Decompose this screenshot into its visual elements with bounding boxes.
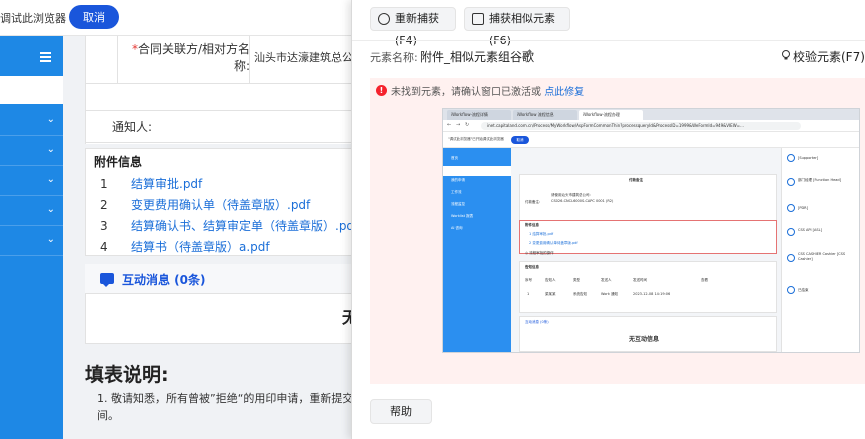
sidebar-selected-item[interactable]: [0, 76, 63, 104]
notify-label: 通知人:: [112, 120, 153, 134]
error-icon: !: [376, 85, 387, 96]
address-bar: ← → ↻ inet.capitaland.com.cn/Process/MyW…: [443, 120, 859, 132]
contract-party-label: *合同关联方/相对方名称:: [131, 42, 250, 73]
lightbulb-icon: [782, 50, 790, 60]
sidebar-item[interactable]: ⌄: [0, 136, 63, 166]
chevron-down-icon: ⌄: [46, 174, 55, 185]
cancel-button[interactable]: 取消: [69, 5, 119, 29]
url-field: inet.capitaland.com.cn/Process/MyWorkflo…: [481, 122, 801, 130]
step-check-icon: [787, 286, 795, 294]
forward-icon: →: [456, 122, 461, 128]
fill-instructions-text: 1. 敬请知悉，所有曾被”拒绝“的用印申请，重新提交间。: [97, 392, 354, 422]
divider: [85, 110, 352, 111]
element-capture-panel: 重新捕获(F4) 捕获相似元素(F6) 元素名称: 附件_相似元素组谷歌 校验元…: [351, 0, 865, 439]
attachment-link[interactable]: 结算确认书、结算审定单（待盖章版）.pdf: [131, 219, 358, 233]
step-check-icon: [787, 154, 795, 162]
chevron-down-icon: ⌄: [46, 204, 55, 215]
verify-element-button[interactable]: 校验元素(F7): [793, 48, 865, 65]
sidebar-item[interactable]: ⌄: [0, 106, 63, 136]
divider: [352, 40, 865, 41]
browser-tab: iWorkflow 流程信息: [513, 110, 577, 120]
divider: [85, 83, 352, 84]
element-name-value: 附件_相似元素组谷歌: [420, 50, 535, 64]
approval-steps: [Supporter] 部门经理 [Function Head] [PDR] C…: [781, 148, 859, 352]
sidebar: ⌄ ⌄ ⌄ ⌄ ⌄: [0, 36, 63, 439]
sidebar: 首页 我的申请 工作流 流程监控 Worklist 报表 AI 咨询: [443, 148, 511, 352]
step-check-icon: [787, 178, 795, 186]
attachment-link[interactable]: 结算书（待盖章版）a.pdf: [131, 240, 270, 254]
capture-similar-icon: [472, 13, 484, 25]
element-name-label: 元素名称:: [370, 51, 418, 64]
notice-card: [519, 261, 777, 313]
chevron-down-icon: ⌄: [46, 234, 55, 245]
fill-instructions-title: 填表说明:: [85, 364, 169, 386]
divider: [117, 36, 118, 83]
step-check-icon: [787, 228, 795, 236]
interaction-title: 互动消息 (0条): [122, 273, 206, 287]
back-icon: ←: [447, 122, 452, 128]
sidebar-item[interactable]: ⌄: [0, 226, 63, 256]
screen: 调试此浏览器 取消 ⌄ ⌄ ⌄ ⌄ ⌄ *合同关联方/相对方名称: 汕头市达濠建…: [0, 0, 865, 439]
chevron-down-icon: ⌄: [46, 144, 55, 155]
browser-tabs: iWorkflow-流程详情 iWorkflow 流程信息 iWorkflow-…: [443, 109, 859, 120]
main-content: 付款备注 付款备注: 请使用汕头市建筑总公司: CS026-CNCL6000S-…: [511, 148, 781, 352]
menu-icon[interactable]: [40, 52, 51, 62]
capture-similar-button[interactable]: 捕获相似元素(F6): [464, 7, 570, 47]
recapture-button[interactable]: 重新捕获(F4): [370, 7, 456, 47]
chevron-down-icon: ⌄: [46, 114, 55, 125]
sidebar-item[interactable]: ⌄: [0, 166, 63, 196]
help-button[interactable]: 帮助: [370, 399, 432, 424]
attachments-title: 附件信息: [94, 155, 143, 169]
sidebar-selected-item: [443, 166, 511, 176]
contract-party-value: 汕头市达濠建筑总公司: [254, 51, 364, 64]
pencil-icon[interactable]: [521, 48, 533, 60]
recapture-icon: [378, 13, 390, 25]
sidebar-item[interactable]: ⌄: [0, 196, 63, 226]
attachment-link[interactable]: 结算审批.pdf: [131, 177, 202, 191]
captured-screenshot: iWorkflow-流程详情 iWorkflow 流程信息 iWorkflow-…: [442, 108, 860, 353]
attachment-item[interactable]: 1 结算审批.pdf: [100, 175, 202, 192]
step-check-icon: [787, 254, 795, 262]
attachment-link[interactable]: 变更费用确认单（待盖章版）.pdf: [131, 198, 310, 212]
fix-link[interactable]: 点此修复: [544, 87, 584, 98]
debug-bar: "调试此浏览器"已开始调试此浏览器 取消: [443, 132, 859, 148]
attachments-card: [519, 220, 777, 254]
attachment-item[interactable]: 4 结算书（待盖章版）a.pdf: [100, 238, 270, 255]
error-message: 未找到元素，请确认窗口已激活或 点此修复: [391, 87, 585, 98]
debug-text: 调试此浏览器: [0, 12, 66, 25]
debug-bar: 调试此浏览器 取消: [0, 0, 352, 36]
attachment-item[interactable]: 3 结算确认书、结算审定单（待盖章版）.pdf: [100, 217, 358, 234]
chat-icon: [100, 273, 114, 287]
browser-tab: iWorkflow-流程详情: [447, 110, 511, 120]
attachment-item[interactable]: 2 变更费用确认单（待盖章版）.pdf: [100, 196, 310, 213]
browser-tab: iWorkflow-流程办理: [579, 110, 643, 120]
reload-icon: ↻: [465, 122, 470, 128]
step-check-icon: [787, 204, 795, 212]
divider: [85, 142, 352, 143]
